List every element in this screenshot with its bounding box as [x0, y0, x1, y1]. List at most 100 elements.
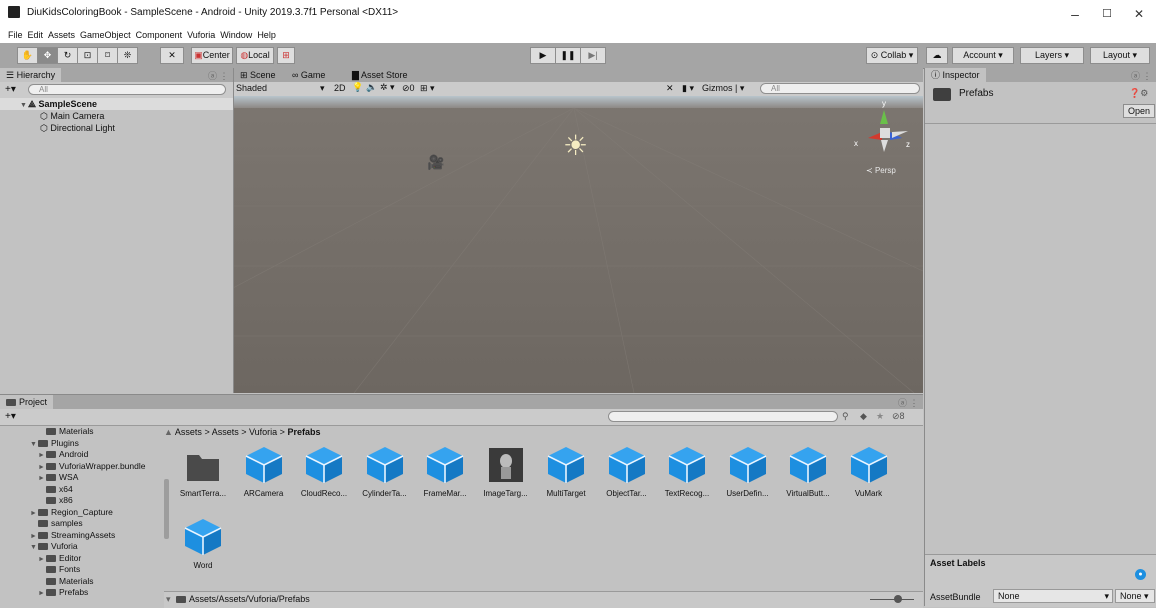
snap-icon[interactable]: ⊞ [277, 47, 295, 64]
asset-item[interactable]: TextRecog... [659, 445, 715, 498]
pause-button[interactable]: ❚❚ [555, 47, 581, 64]
hierarchy-item-directional-light[interactable]: ⬡ Directional Light [40, 122, 115, 134]
cloud-icon[interactable]: ☁ [926, 47, 948, 64]
project-tree-item[interactable]: ► Region_Capture [30, 507, 113, 519]
filter-type-icon[interactable]: ⚲ [842, 411, 849, 422]
tab-game[interactable]: ∞ Game [286, 68, 331, 82]
project-tree-item[interactable]: ► Android [38, 449, 88, 461]
account-dropdown[interactable]: Account ▾ [952, 47, 1014, 64]
favorite-icon[interactable]: ★ [876, 411, 884, 422]
filter-label-icon[interactable]: ◆ [860, 411, 867, 422]
directional-light-icon[interactable]: ☀ [563, 129, 588, 162]
tab-inspector[interactable]: ⓘ Inspector [925, 68, 986, 82]
project-tree-item[interactable]: x64 [38, 484, 73, 496]
menu-file[interactable]: File [8, 30, 23, 40]
transform-tool-icon[interactable]: ❊ [117, 47, 138, 64]
tree-scrollbar[interactable] [164, 479, 169, 539]
effects-icon[interactable]: ✲ ▾ [380, 82, 395, 93]
project-tree-item[interactable]: ► StreamingAssets [30, 530, 115, 542]
expand-caret-icon[interactable]: ► [38, 588, 46, 599]
move-tool-icon[interactable]: ✥ [37, 47, 58, 64]
orientation-gizmo[interactable] [852, 98, 922, 158]
step-button[interactable]: ▶| [580, 47, 606, 64]
maximize-button[interactable]: ☐ [1092, 4, 1122, 24]
hand-tool-icon[interactable]: ✋ [17, 47, 38, 64]
expand-caret-icon[interactable]: ► [38, 554, 46, 565]
open-button[interactable]: Open [1123, 104, 1155, 118]
expand-caret-icon[interactable]: ► [30, 508, 38, 519]
asset-item[interactable]: SmartTerra... [175, 445, 231, 498]
layout-dropdown[interactable]: Layout ▾ [1090, 47, 1150, 64]
help-icon[interactable]: ❓⚙ [1129, 88, 1148, 99]
menu-component[interactable]: Component [136, 30, 183, 40]
menu-help[interactable]: Help [257, 30, 276, 40]
expand-caret-icon[interactable]: ▼ [30, 542, 38, 553]
project-tree-item[interactable]: ► VuforiaWrapper.bundle [38, 461, 145, 473]
lock-icon[interactable]: ⓐ ⋮ [898, 396, 919, 409]
project-search-input[interactable] [608, 411, 838, 422]
project-tree-item[interactable]: Materials [38, 426, 93, 438]
menu-edit[interactable]: Edit [28, 30, 44, 40]
expand-caret-icon[interactable]: ► [30, 531, 38, 542]
asset-item[interactable]: ARCamera [236, 445, 292, 498]
breadcrumb-item[interactable]: Vuforia [249, 427, 277, 437]
tab-scene[interactable]: ⊞ Scene [234, 68, 282, 82]
scene-viewport[interactable]: ☀ 🎥 y x z ≺ Persp [234, 96, 923, 393]
asset-bundle-dropdown[interactable]: None ▾ [993, 589, 1113, 603]
breadcrumb-item[interactable]: Assets [212, 427, 239, 437]
play-button[interactable]: ▶ [530, 47, 556, 64]
variant-dropdown[interactable]: None ▾ [1115, 589, 1155, 603]
menu-window[interactable]: Window [220, 30, 252, 40]
create-plus-icon[interactable]: +▾ [5, 84, 16, 95]
project-tree-item[interactable]: x86 [38, 495, 73, 507]
tab-hierarchy[interactable]: ☰ Hierarchy [0, 68, 62, 82]
lighting-icon[interactable]: 💡 [352, 82, 363, 93]
pivot-local-toggle[interactable]: ◍Local [236, 47, 274, 64]
scene-root[interactable]: ▼⟁ SampleScene [0, 98, 233, 110]
project-tree-item[interactable]: samples [30, 518, 83, 530]
hidden-packages-toggle[interactable]: ⊘8 [892, 411, 905, 422]
expand-caret-icon[interactable]: ► [38, 462, 46, 473]
custom-tool-icon[interactable]: ✕ [160, 47, 184, 64]
lock-icon[interactable]: ⓐ ⋮ [1131, 69, 1152, 82]
scale-tool-icon[interactable]: ⊡ [77, 47, 98, 64]
mode-2d-toggle[interactable]: 2D [334, 83, 346, 93]
create-plus-icon[interactable]: +▾ [5, 411, 16, 422]
collab-button[interactable]: ⊙ Collab ▾ [866, 47, 918, 64]
breadcrumb-item[interactable]: Assets [175, 427, 202, 437]
minimize-button[interactable]: – [1060, 4, 1090, 24]
layers-dropdown[interactable]: Layers ▾ [1020, 47, 1084, 64]
asset-item[interactable]: Word [175, 517, 231, 570]
lock-icon[interactable]: ⓐ ⋮ [208, 69, 229, 82]
asset-item[interactable]: CloudReco... [296, 445, 352, 498]
pivot-center-toggle[interactable]: ▣Center [191, 47, 233, 64]
icon-size-slider-handle[interactable] [894, 595, 902, 603]
menu-assets[interactable]: Assets [48, 30, 75, 40]
menu-gameobject[interactable]: GameObject [80, 30, 131, 40]
camera-gizmo-icon[interactable]: 🎥 [427, 154, 444, 171]
project-tree-item[interactable]: ► Prefabs [38, 587, 88, 599]
scene-search-input[interactable]: All [760, 83, 920, 94]
tools-icon[interactable]: ✕ [666, 83, 674, 94]
camera-settings-icon[interactable]: ▮ ▾ [682, 83, 694, 94]
project-tree-item[interactable]: ► WSA [38, 472, 78, 484]
asset-item[interactable]: CylinderTa... [357, 445, 413, 498]
project-tree-item[interactable]: ► Editor [38, 553, 81, 565]
hierarchy-search-input[interactable]: All [28, 84, 226, 95]
tag-icon[interactable]: ● [1135, 569, 1146, 580]
asset-item[interactable]: ImageTarg... [478, 445, 534, 498]
asset-item[interactable]: ObjectTar... [599, 445, 655, 498]
menu-vuforia[interactable]: Vuforia [187, 30, 215, 40]
shading-mode-dropdown[interactable]: Shaded ▾ [236, 83, 325, 93]
project-tree-item[interactable]: Materials [38, 576, 93, 588]
close-button[interactable]: ✕ [1124, 4, 1154, 24]
project-tree-item[interactable]: Fonts [38, 564, 80, 576]
hierarchy-item-main-camera[interactable]: ⬡ Main Camera [40, 110, 104, 122]
asset-item[interactable]: MultiTarget [538, 445, 594, 498]
expand-caret-icon[interactable]: ▼ [30, 439, 38, 450]
perspective-toggle[interactable]: ≺ Persp [866, 166, 896, 175]
audio-icon[interactable]: 🔈 [366, 82, 377, 93]
asset-item[interactable]: VuMark [841, 445, 897, 498]
expand-caret-icon[interactable]: ► [38, 450, 46, 461]
asset-item[interactable]: FrameMar... [417, 445, 473, 498]
